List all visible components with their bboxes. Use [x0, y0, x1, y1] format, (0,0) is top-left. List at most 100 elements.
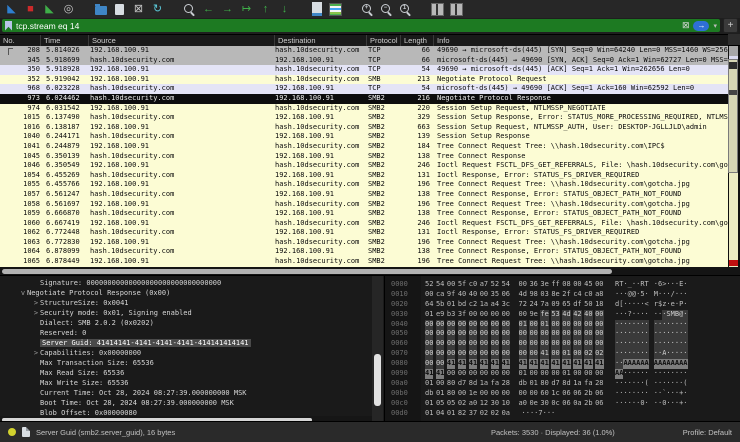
detail-row[interactable]: Server Guid: 41414141-4141-4141-4141-414…: [0, 338, 372, 348]
packet-row[interactable]: 9686.023228hash.10dsecurity.com192.168.1…: [0, 84, 728, 94]
display-filter-input[interactable]: tcp.stream eq 14 ⊠ → ▾: [2, 19, 720, 32]
packet-row[interactable]: 2085.814026192.168.100.91hash.10dsecurit…: [0, 46, 728, 56]
packet-row[interactable]: 10636.772830192.168.100.91hash.10dsecuri…: [0, 238, 728, 248]
reload-icon[interactable]: ↻: [151, 3, 164, 16]
detail-row[interactable]: Dialect: SMB 2.0.2 (0x0202): [0, 318, 372, 328]
stop-capture-icon[interactable]: ■: [24, 3, 37, 16]
hex-row[interactable]: 007000000000000000000000410001000202····…: [391, 349, 740, 359]
expand-arrow-icon[interactable]: >: [32, 308, 40, 318]
hex-row[interactable]: 0020645b01bdc21aa43c72247a0965df5018d[··…: [391, 300, 740, 310]
packet-row[interactable]: 10626.772448hash.10dsecurity.com192.168.…: [0, 228, 728, 238]
go-last-packet-icon[interactable]: ↓: [278, 3, 291, 16]
open-file-icon[interactable]: [94, 3, 107, 16]
hex-byte: 0a: [573, 399, 581, 409]
column-header-destination[interactable]: Destination: [274, 35, 366, 46]
go-forward-icon[interactable]: →: [221, 3, 234, 16]
packet-row[interactable]: 10466.350549192.168.100.91hash.10dsecuri…: [0, 161, 728, 171]
detail-row[interactable]: Max Read Size: 65536: [0, 368, 372, 378]
detail-row[interactable]: vNegotiate Protocol Response (0x00): [0, 288, 372, 298]
packet-row[interactable]: 10646.878099hash.10dsecurity.com192.168.…: [0, 247, 728, 257]
zoom-reset-icon[interactable]: 1: [399, 3, 412, 16]
hex-row[interactable]: 005000000000000000000000000000000000····…: [391, 329, 740, 339]
zoom-out-icon[interactable]: −: [380, 3, 393, 16]
hex-row[interactable]: 004000000000000000000100010000000000····…: [391, 320, 740, 330]
filter-bookmark-icon[interactable]: [5, 21, 12, 31]
packet-list-hscrollbar[interactable]: [0, 267, 740, 275]
apply-filter-button[interactable]: →: [693, 21, 709, 31]
colorize-icon[interactable]: [329, 3, 342, 16]
packet-row[interactable]: 10556.455766192.168.100.91hash.10dsecuri…: [0, 180, 728, 190]
detail-row[interactable]: Boot Time: Oct 28, 2024 08:27:39.0000000…: [0, 398, 372, 408]
capture-comment-icon[interactable]: [22, 427, 30, 437]
expand-arrow-icon[interactable]: >: [32, 298, 40, 308]
packet-row[interactable]: 9746.031542192.168.100.91hash.10dsecurit…: [0, 104, 728, 114]
hex-row[interactable]: 00a0010080d78d1afa28db0180d78d1afa28····…: [391, 379, 740, 389]
resize-columns-icon[interactable]: [431, 3, 444, 16]
profile-selector[interactable]: Profile: Default: [683, 428, 732, 437]
column-header-info[interactable]: Info: [433, 35, 728, 46]
hex-row[interactable]: 008000004141414141414141414141414141··AA…: [391, 359, 740, 369]
column-header-source[interactable]: Source: [88, 35, 274, 46]
packet-row[interactable]: 3505.918928192.168.100.91hash.10dsecurit…: [0, 65, 728, 75]
packet-list-hscroll-thumb[interactable]: [2, 269, 612, 274]
capture-options-icon[interactable]: ◎: [62, 3, 75, 16]
detail-row[interactable]: Signature: 00000000000000000000000000000…: [0, 278, 372, 288]
column-header-length[interactable]: Length: [400, 35, 433, 46]
hex-row[interactable]: 00005254005fc0a7525400363eff08004500RT·_…: [391, 280, 740, 290]
packet-row[interactable]: 3525.919042192.168.100.91hash.10dsecurit…: [0, 75, 728, 85]
packet-row[interactable]: 10406.244171hash.10dsecurity.com192.168.…: [0, 132, 728, 142]
packet-row[interactable]: 9736.024462hash.10dsecurity.com192.168.1…: [0, 94, 728, 104]
filter-dropdown-caret-icon[interactable]: ▾: [713, 19, 717, 32]
detail-row[interactable]: >Security mode: 0x01, Signing enabled: [0, 308, 372, 318]
packet-info: Tree Connect Request Tree: \\hash.10dsec…: [433, 200, 728, 210]
detail-row[interactable]: >StructureSize: 0x0041: [0, 298, 372, 308]
packet-row[interactable]: 10656.878449192.168.100.91hash.10dsecuri…: [0, 257, 728, 267]
expand-arrow-icon[interactable]: >: [32, 348, 40, 358]
find-packet-icon[interactable]: [183, 3, 196, 16]
close-file-icon[interactable]: ⊠: [132, 3, 145, 16]
packet-row[interactable]: 10606.667419192.168.100.91hash.10dsecuri…: [0, 219, 728, 229]
go-back-icon[interactable]: ←: [202, 3, 215, 16]
clear-filter-icon[interactable]: ⊠: [682, 19, 690, 32]
hex-row[interactable]: 00b0db0180001e0000000000601c06062b06····…: [391, 389, 740, 399]
collapse-arrow-icon[interactable]: v: [19, 288, 27, 298]
resize-columns-2-icon[interactable]: [450, 3, 463, 16]
packet-row[interactable]: 10156.137490hash.10dsecurity.com192.168.…: [0, 113, 728, 123]
minimap-thumb[interactable]: [728, 59, 738, 173]
expert-info-icon[interactable]: [8, 428, 16, 436]
hex-row[interactable]: 00d0010401823702020a····7···: [391, 409, 740, 419]
packet-row[interactable]: 10596.666870hash.10dsecurity.com192.168.…: [0, 209, 728, 219]
detail-row[interactable]: Max Write Size: 65536: [0, 378, 372, 388]
zoom-in-icon[interactable]: +: [361, 3, 374, 16]
restart-capture-icon[interactable]: ◣: [43, 3, 56, 16]
packet-row[interactable]: 10456.350139hash.10dsecurity.com192.168.…: [0, 152, 728, 162]
column-header-protocol[interactable]: Protocol: [366, 35, 400, 46]
detail-row[interactable]: >Capabilities: 0x00000000: [0, 348, 372, 358]
hex-row[interactable]: 009041410000000000000100000001000000AA··…: [391, 369, 740, 379]
detail-vscroll-thumb[interactable]: [374, 354, 381, 406]
start-capture-icon[interactable]: ◣: [5, 3, 18, 16]
filter-value[interactable]: tcp.stream eq 14: [16, 21, 678, 31]
packet-row[interactable]: 3455.918699hash.10dsecurity.com192.168.1…: [0, 56, 728, 66]
detail-vscrollbar[interactable]: [372, 276, 383, 423]
packet-row[interactable]: 10166.138187192.168.100.91hash.10dsecuri…: [0, 123, 728, 133]
column-header-no[interactable]: No.: [0, 35, 40, 46]
packet-list-scrollbar[interactable]: [728, 46, 740, 267]
add-filter-button[interactable]: +: [723, 18, 738, 33]
packet-row[interactable]: 10586.561697192.168.100.91hash.10dsecuri…: [0, 200, 728, 210]
auto-scroll-icon[interactable]: [310, 3, 323, 16]
column-header-time[interactable]: Time: [40, 35, 88, 46]
packet-row[interactable]: 10576.561247hash.10dsecurity.com192.168.…: [0, 190, 728, 200]
detail-row[interactable]: Current Time: Oct 28, 2024 08:27:39.0000…: [0, 388, 372, 398]
go-first-packet-icon[interactable]: ↑: [259, 3, 272, 16]
hex-row[interactable]: 003001e9b33f00000000009efe534d424000···?…: [391, 310, 740, 320]
hex-row[interactable]: 00c001050502a0123010a00e300c060a2b06····…: [391, 399, 740, 409]
detail-row[interactable]: Reserved: 0: [0, 328, 372, 338]
packet-row[interactable]: 10546.455269hash.10dsecurity.com192.168.…: [0, 171, 728, 181]
go-to-packet-icon[interactable]: ↦: [240, 3, 253, 16]
hex-row[interactable]: 006000000000000000000000000000000000····…: [391, 339, 740, 349]
hex-row[interactable]: 001000ca9f40400035064d98038e2fc4c0a8···@…: [391, 290, 740, 300]
save-file-icon[interactable]: [113, 3, 126, 16]
packet-row[interactable]: 10416.244879192.168.100.91hash.10dsecuri…: [0, 142, 728, 152]
detail-row[interactable]: Max Transaction Size: 65536: [0, 358, 372, 368]
